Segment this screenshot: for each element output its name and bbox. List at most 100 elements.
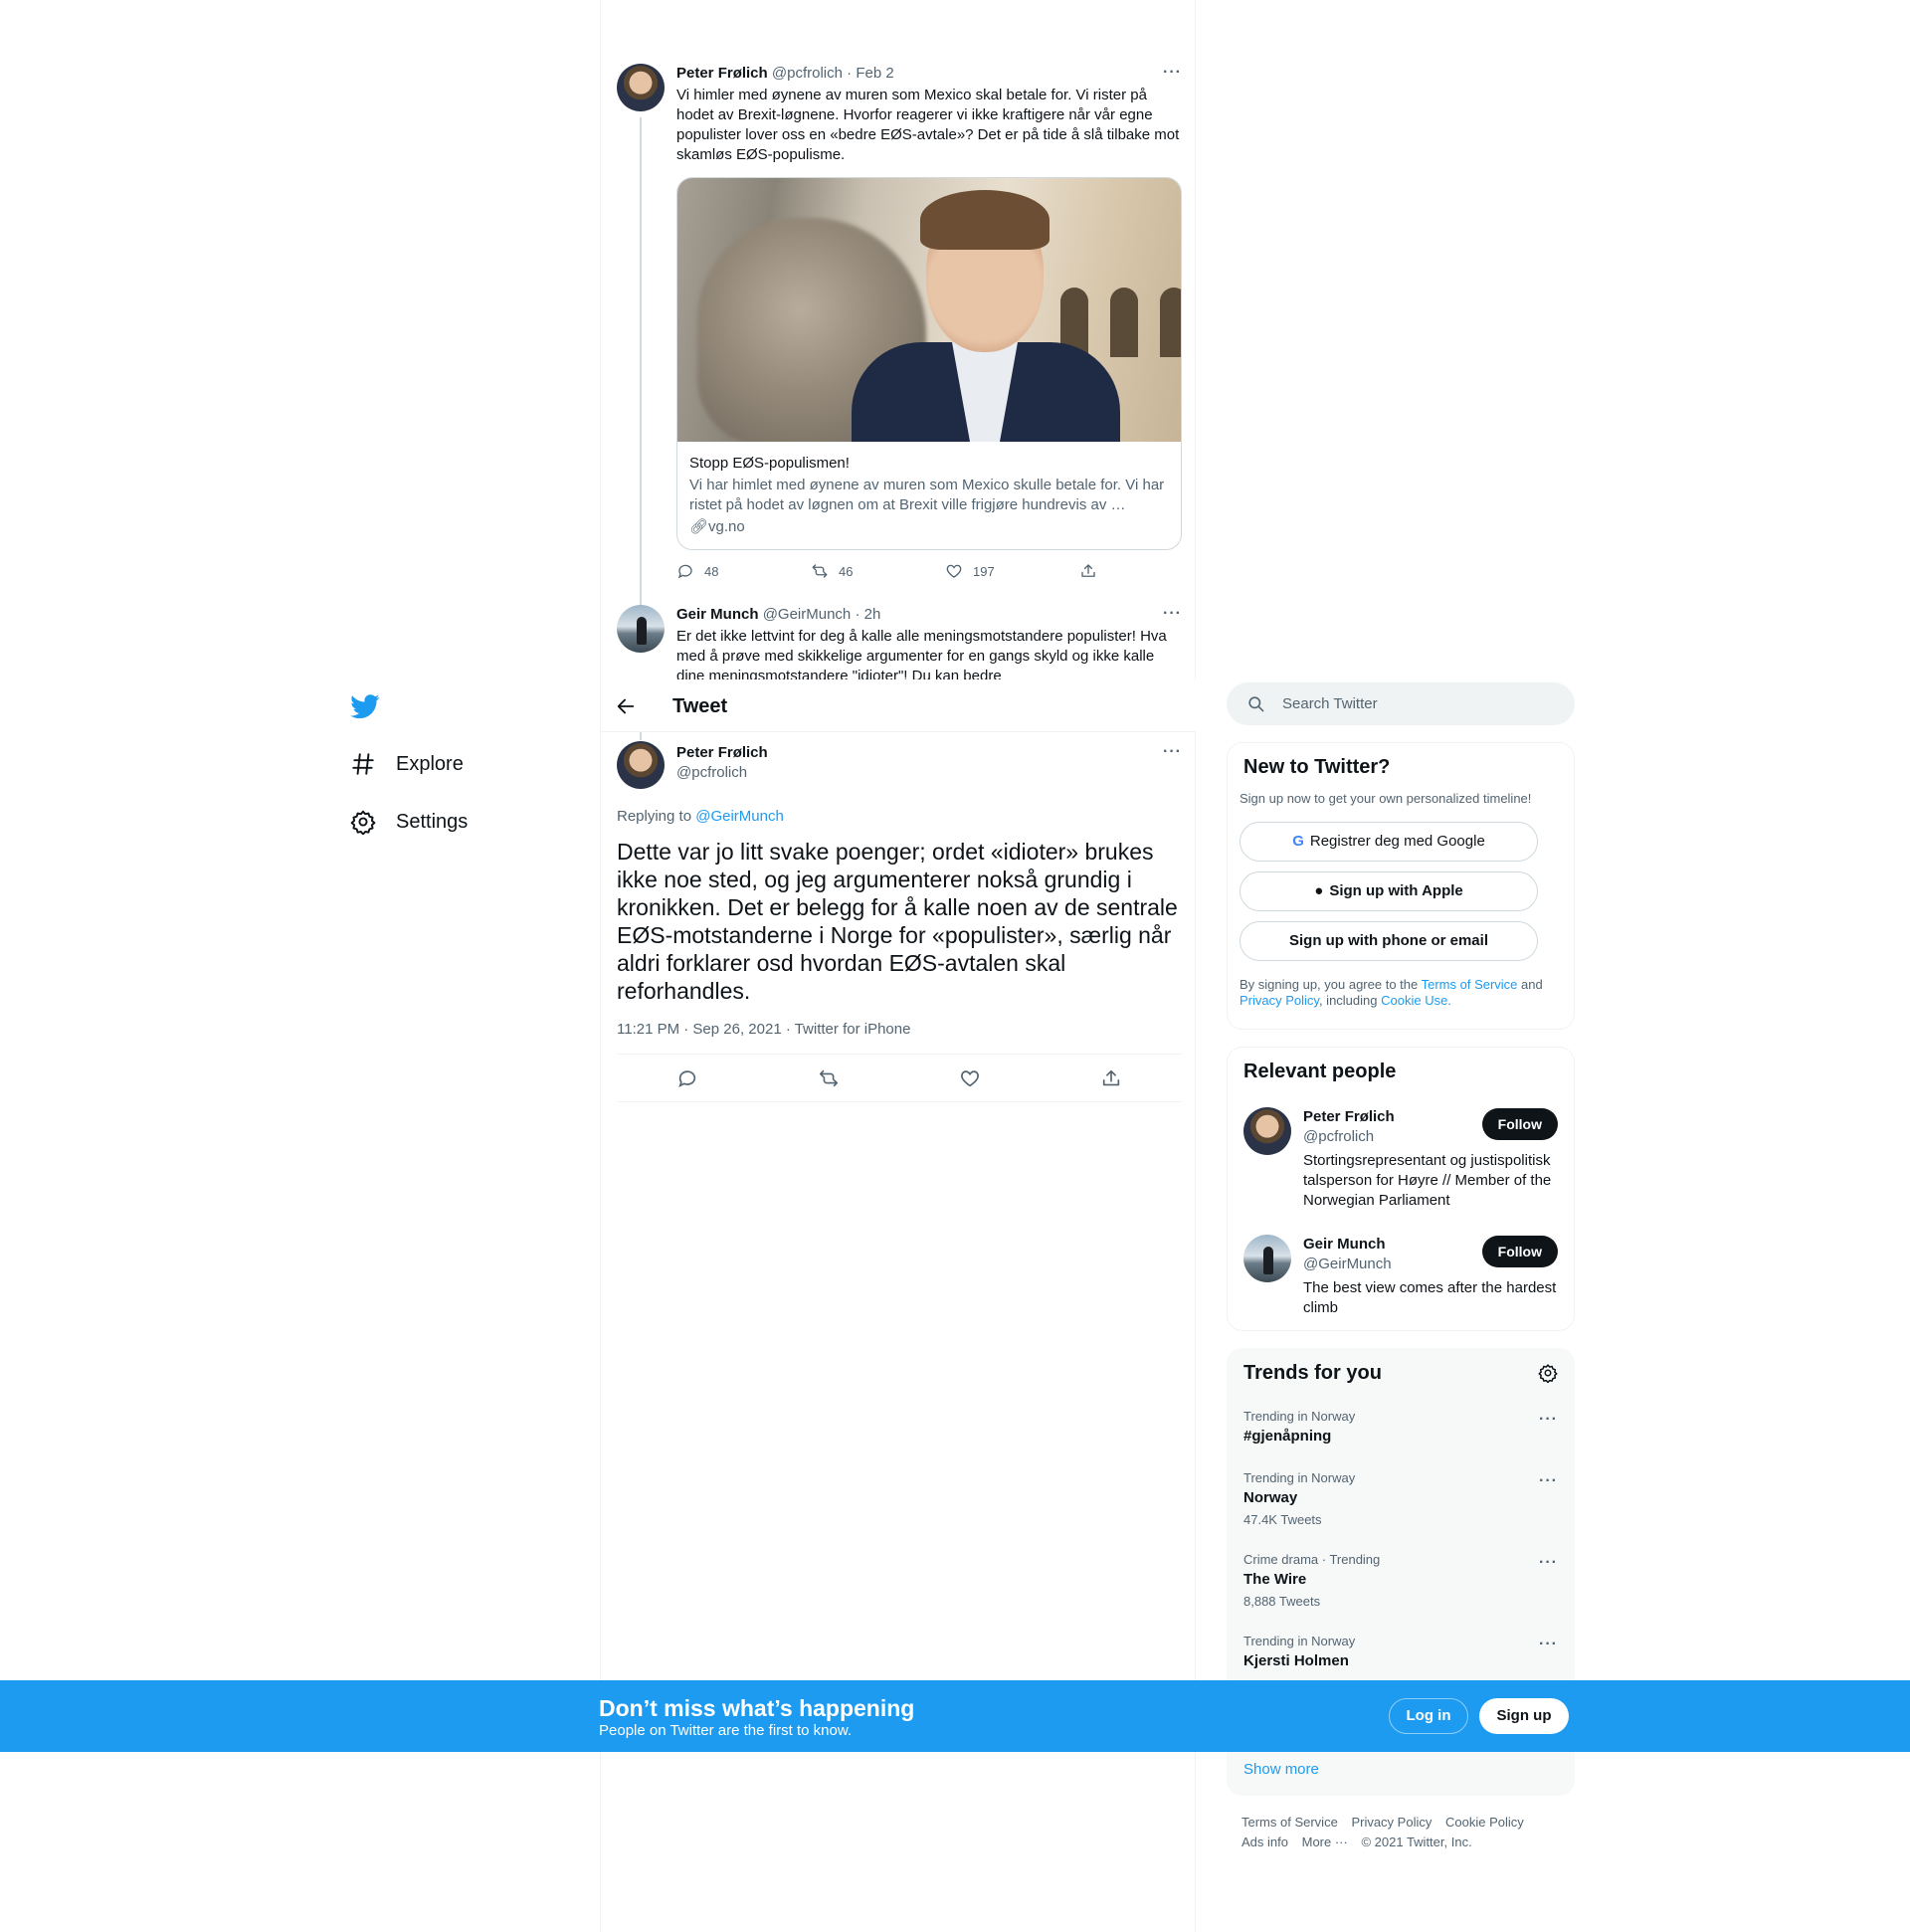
share-icon	[1081, 564, 1095, 577]
retweet-button[interactable]: 46	[811, 562, 915, 580]
trend-item[interactable]: Trending in Norway Kjersti Holmen ···	[1228, 1622, 1574, 1683]
like-button[interactable]: 197	[945, 562, 1050, 580]
google-signup-button[interactable]: G Registrer deg med Google	[1240, 822, 1538, 862]
person-bio: Stortingsrepresentant og justispolitisk …	[1303, 1152, 1552, 1209]
show-more-link[interactable]: Show more	[1228, 1745, 1335, 1794]
author-handle[interactable]: @GeirMunch	[763, 606, 852, 623]
avatar[interactable]	[1243, 1107, 1291, 1155]
search-placeholder: Search Twitter	[1282, 695, 1378, 712]
more-icon[interactable]: ···	[1163, 605, 1182, 623]
tweet-text: Er det ikke lettvint for deg å kalle all…	[676, 628, 1167, 679]
follow-button[interactable]: Follow	[1481, 1236, 1558, 1267]
heart-icon[interactable]	[959, 1067, 981, 1089]
trend-item[interactable]: Crime drama · Trending The Wire 8,888 Tw…	[1228, 1540, 1574, 1622]
new-to-twitter-panel: New to Twitter? Sign up now to get your …	[1227, 742, 1575, 1030]
gear-icon	[350, 810, 376, 835]
footer-terms-link[interactable]: Terms of Service	[1242, 1815, 1338, 1830]
phone-signup-button[interactable]: Sign up with phone or email	[1240, 921, 1538, 961]
trend-item[interactable]: Trending in Norway Norway 47.4K Tweets ·…	[1228, 1458, 1574, 1540]
follow-button[interactable]: Follow	[1481, 1108, 1558, 1140]
tweet-actions: 48 46 197	[676, 562, 1099, 580]
trend-name: #gjenåpning	[1243, 1428, 1332, 1445]
nav-explore-label: Explore	[396, 752, 464, 775]
reply-icon[interactable]	[676, 1067, 698, 1089]
author-name[interactable]: Peter Frølich	[676, 743, 768, 763]
person-item[interactable]: Geir Munch @GeirMunch The best view come…	[1228, 1223, 1574, 1322]
retweet-icon	[812, 564, 828, 578]
more-icon[interactable]: ···	[1539, 1636, 1558, 1653]
tweet-timestamp[interactable]: 11:21 PM · Sep 26, 2021 · Twitter for iP…	[617, 1021, 1182, 1055]
author-name[interactable]: Geir Munch	[676, 606, 759, 623]
reply-icon	[677, 564, 692, 579]
reply-button[interactable]: 48	[676, 562, 781, 580]
main-column: Peter Frølich @pcfrolich · Feb 2 ··· Vi …	[600, 0, 1196, 1932]
page-header: Tweet	[601, 679, 1196, 732]
link-card[interactable]: Stopp EØS-populismen! Vi har himlet med …	[676, 177, 1182, 550]
relevant-people-panel: Relevant people Peter Frølich @pcfrolich…	[1227, 1047, 1575, 1331]
signup-legal: By signing up, you agree to the Terms of…	[1240, 977, 1543, 1008]
trend-count: 47.4K Tweets	[1243, 1512, 1322, 1527]
login-button[interactable]: Log in	[1389, 1698, 1468, 1734]
avatar[interactable]	[1243, 1235, 1291, 1282]
replying-to-link[interactable]: @GeirMunch	[695, 808, 784, 825]
avatar[interactable]	[617, 605, 665, 653]
footer-copyright: © 2021 Twitter, Inc.	[1361, 1835, 1472, 1849]
trend-name: The Wire	[1243, 1571, 1307, 1588]
more-icon[interactable]: ···	[1539, 1472, 1558, 1490]
tweet-time[interactable]: 2h	[864, 606, 881, 623]
more-icon[interactable]: ···	[1539, 1554, 1558, 1572]
page-title: Tweet	[672, 695, 728, 717]
nav-explore[interactable]: Explore	[350, 751, 464, 777]
avatar[interactable]	[617, 741, 665, 789]
tweet-time[interactable]: Feb 2	[856, 65, 893, 82]
share-button[interactable]	[1079, 562, 1099, 580]
banner-title: Don’t miss what’s happening	[599, 1695, 915, 1721]
card-domain: 🔗︎vg.no	[689, 518, 745, 535]
person-item[interactable]: Peter Frølich @pcfrolich Stortingsrepres…	[1228, 1095, 1574, 1223]
footer-more-link[interactable]: More ···	[1302, 1835, 1348, 1849]
hashtag-icon	[352, 753, 374, 775]
footer-cookie-link[interactable]: Cookie Policy	[1445, 1815, 1524, 1830]
card-description: Vi har himlet med øynene av muren som Me…	[689, 477, 1165, 513]
tweet-text: Vi himler med øynene av muren som Mexico…	[676, 87, 1180, 163]
thread-connector	[640, 732, 642, 740]
more-icon[interactable]: ···	[1539, 1411, 1558, 1429]
like-count: 197	[973, 563, 995, 579]
terms-link[interactable]: Terms of Service	[1422, 977, 1518, 992]
author-name[interactable]: Peter Frølich	[676, 65, 768, 82]
retweet-icon[interactable]	[818, 1067, 840, 1089]
tweet-actions	[617, 1055, 1182, 1102]
avatar[interactable]	[617, 64, 665, 111]
gear-icon[interactable]	[1538, 1363, 1558, 1383]
footer-privacy-link[interactable]: Privacy Policy	[1351, 1815, 1432, 1830]
person-bio: The best view comes after the hardest cl…	[1303, 1279, 1557, 1316]
trend-context: Crime drama · Trending	[1243, 1552, 1381, 1567]
author-handle[interactable]: @pcfrolich	[772, 65, 843, 82]
more-icon[interactable]: ···	[1163, 743, 1182, 761]
signup-button[interactable]: Sign up	[1479, 1698, 1569, 1734]
apple-signup-button[interactable]: ● Sign up with Apple	[1240, 871, 1538, 911]
search-input[interactable]: Search Twitter	[1227, 682, 1575, 725]
apple-icon: ●	[1314, 882, 1324, 899]
back-arrow-icon[interactable]	[615, 695, 637, 717]
more-icon[interactable]: ···	[1163, 64, 1182, 82]
privacy-link[interactable]: Privacy Policy	[1240, 993, 1319, 1008]
trend-context: Trending in Norway	[1243, 1634, 1356, 1648]
banner-subtitle: People on Twitter are the first to know.	[599, 1722, 853, 1739]
trend-count: 8,888 Tweets	[1243, 1594, 1321, 1609]
nav-settings[interactable]: Settings	[350, 809, 468, 835]
google-icon: G	[1292, 833, 1304, 850]
trend-item[interactable]: Trending in Norway #gjenåpning ···	[1228, 1397, 1574, 1458]
trend-context: Trending in Norway	[1243, 1470, 1356, 1485]
footer-ads-link[interactable]: Ads info	[1242, 1835, 1288, 1849]
retweet-count: 46	[839, 563, 854, 579]
trend-context: Trending in Norway	[1243, 1409, 1356, 1424]
share-icon[interactable]	[1100, 1067, 1122, 1089]
card-title: Stopp EØS-populismen!	[689, 455, 850, 472]
reply-count: 48	[704, 563, 719, 579]
trend-name: Norway	[1243, 1489, 1298, 1506]
cookie-link[interactable]: Cookie Use.	[1381, 993, 1451, 1008]
twitter-bird-icon[interactable]	[350, 691, 380, 721]
author-handle[interactable]: @pcfrolich	[676, 763, 768, 783]
thread-tweet[interactable]: Geir Munch @GeirMunch · 2h ··· Er det ik…	[617, 605, 1182, 679]
